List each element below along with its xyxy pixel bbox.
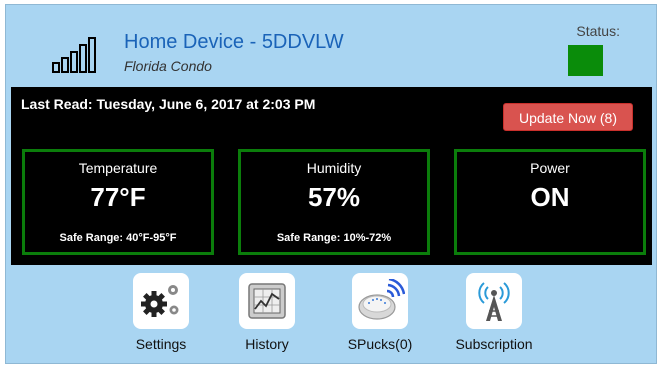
- status-label: Status:: [576, 23, 620, 39]
- device-subtitle: Florida Condo: [124, 58, 212, 74]
- tile-range: Safe Range: 40°F-95°F: [59, 232, 177, 244]
- chart-icon[interactable]: [239, 273, 295, 329]
- tile-value: 77°F: [90, 182, 146, 212]
- signal-bars-icon: [52, 37, 96, 73]
- antenna-icon[interactable]: [466, 273, 522, 329]
- nav-settings[interactable]: Settings: [126, 273, 196, 352]
- nav-subscription[interactable]: Subscription: [444, 273, 544, 352]
- power-tile: Power ON: [454, 149, 646, 255]
- temperature-tile: Temperature 77°F Safe Range: 40°F-95°F: [22, 149, 214, 255]
- tile-label: Temperature: [78, 160, 158, 176]
- nav-history[interactable]: History: [232, 273, 302, 352]
- status-indicator: [568, 45, 603, 76]
- nav-label: Subscription: [455, 336, 533, 352]
- spuck-icon[interactable]: [352, 273, 408, 329]
- last-read-text: Last Read: Tuesday, June 6, 2017 at 2:03…: [21, 96, 316, 112]
- update-now-button[interactable]: Update Now (8): [503, 103, 633, 131]
- tile-label: Power: [530, 160, 570, 176]
- tile-label: Humidity: [306, 160, 362, 176]
- tile-range: Safe Range: 10%-72%: [276, 232, 392, 244]
- humidity-tile: Humidity 57% Safe Range: 10%-72%: [238, 149, 430, 255]
- tile-value: 57%: [307, 182, 361, 212]
- device-card: Home Device - 5DDVLW Florida Condo Statu…: [5, 4, 657, 364]
- device-title: Home Device - 5DDVLW: [124, 31, 344, 53]
- nav-label: SPucks(0): [347, 336, 413, 352]
- nav-spucks[interactable]: SPucks(0): [340, 273, 420, 352]
- readings-panel: Last Read: Tuesday, June 6, 2017 at 2:03…: [11, 87, 652, 265]
- tile-value: ON: [530, 182, 570, 212]
- nav-label: History: [245, 336, 289, 352]
- gears-icon[interactable]: [133, 273, 189, 329]
- nav-label: Settings: [135, 336, 187, 352]
